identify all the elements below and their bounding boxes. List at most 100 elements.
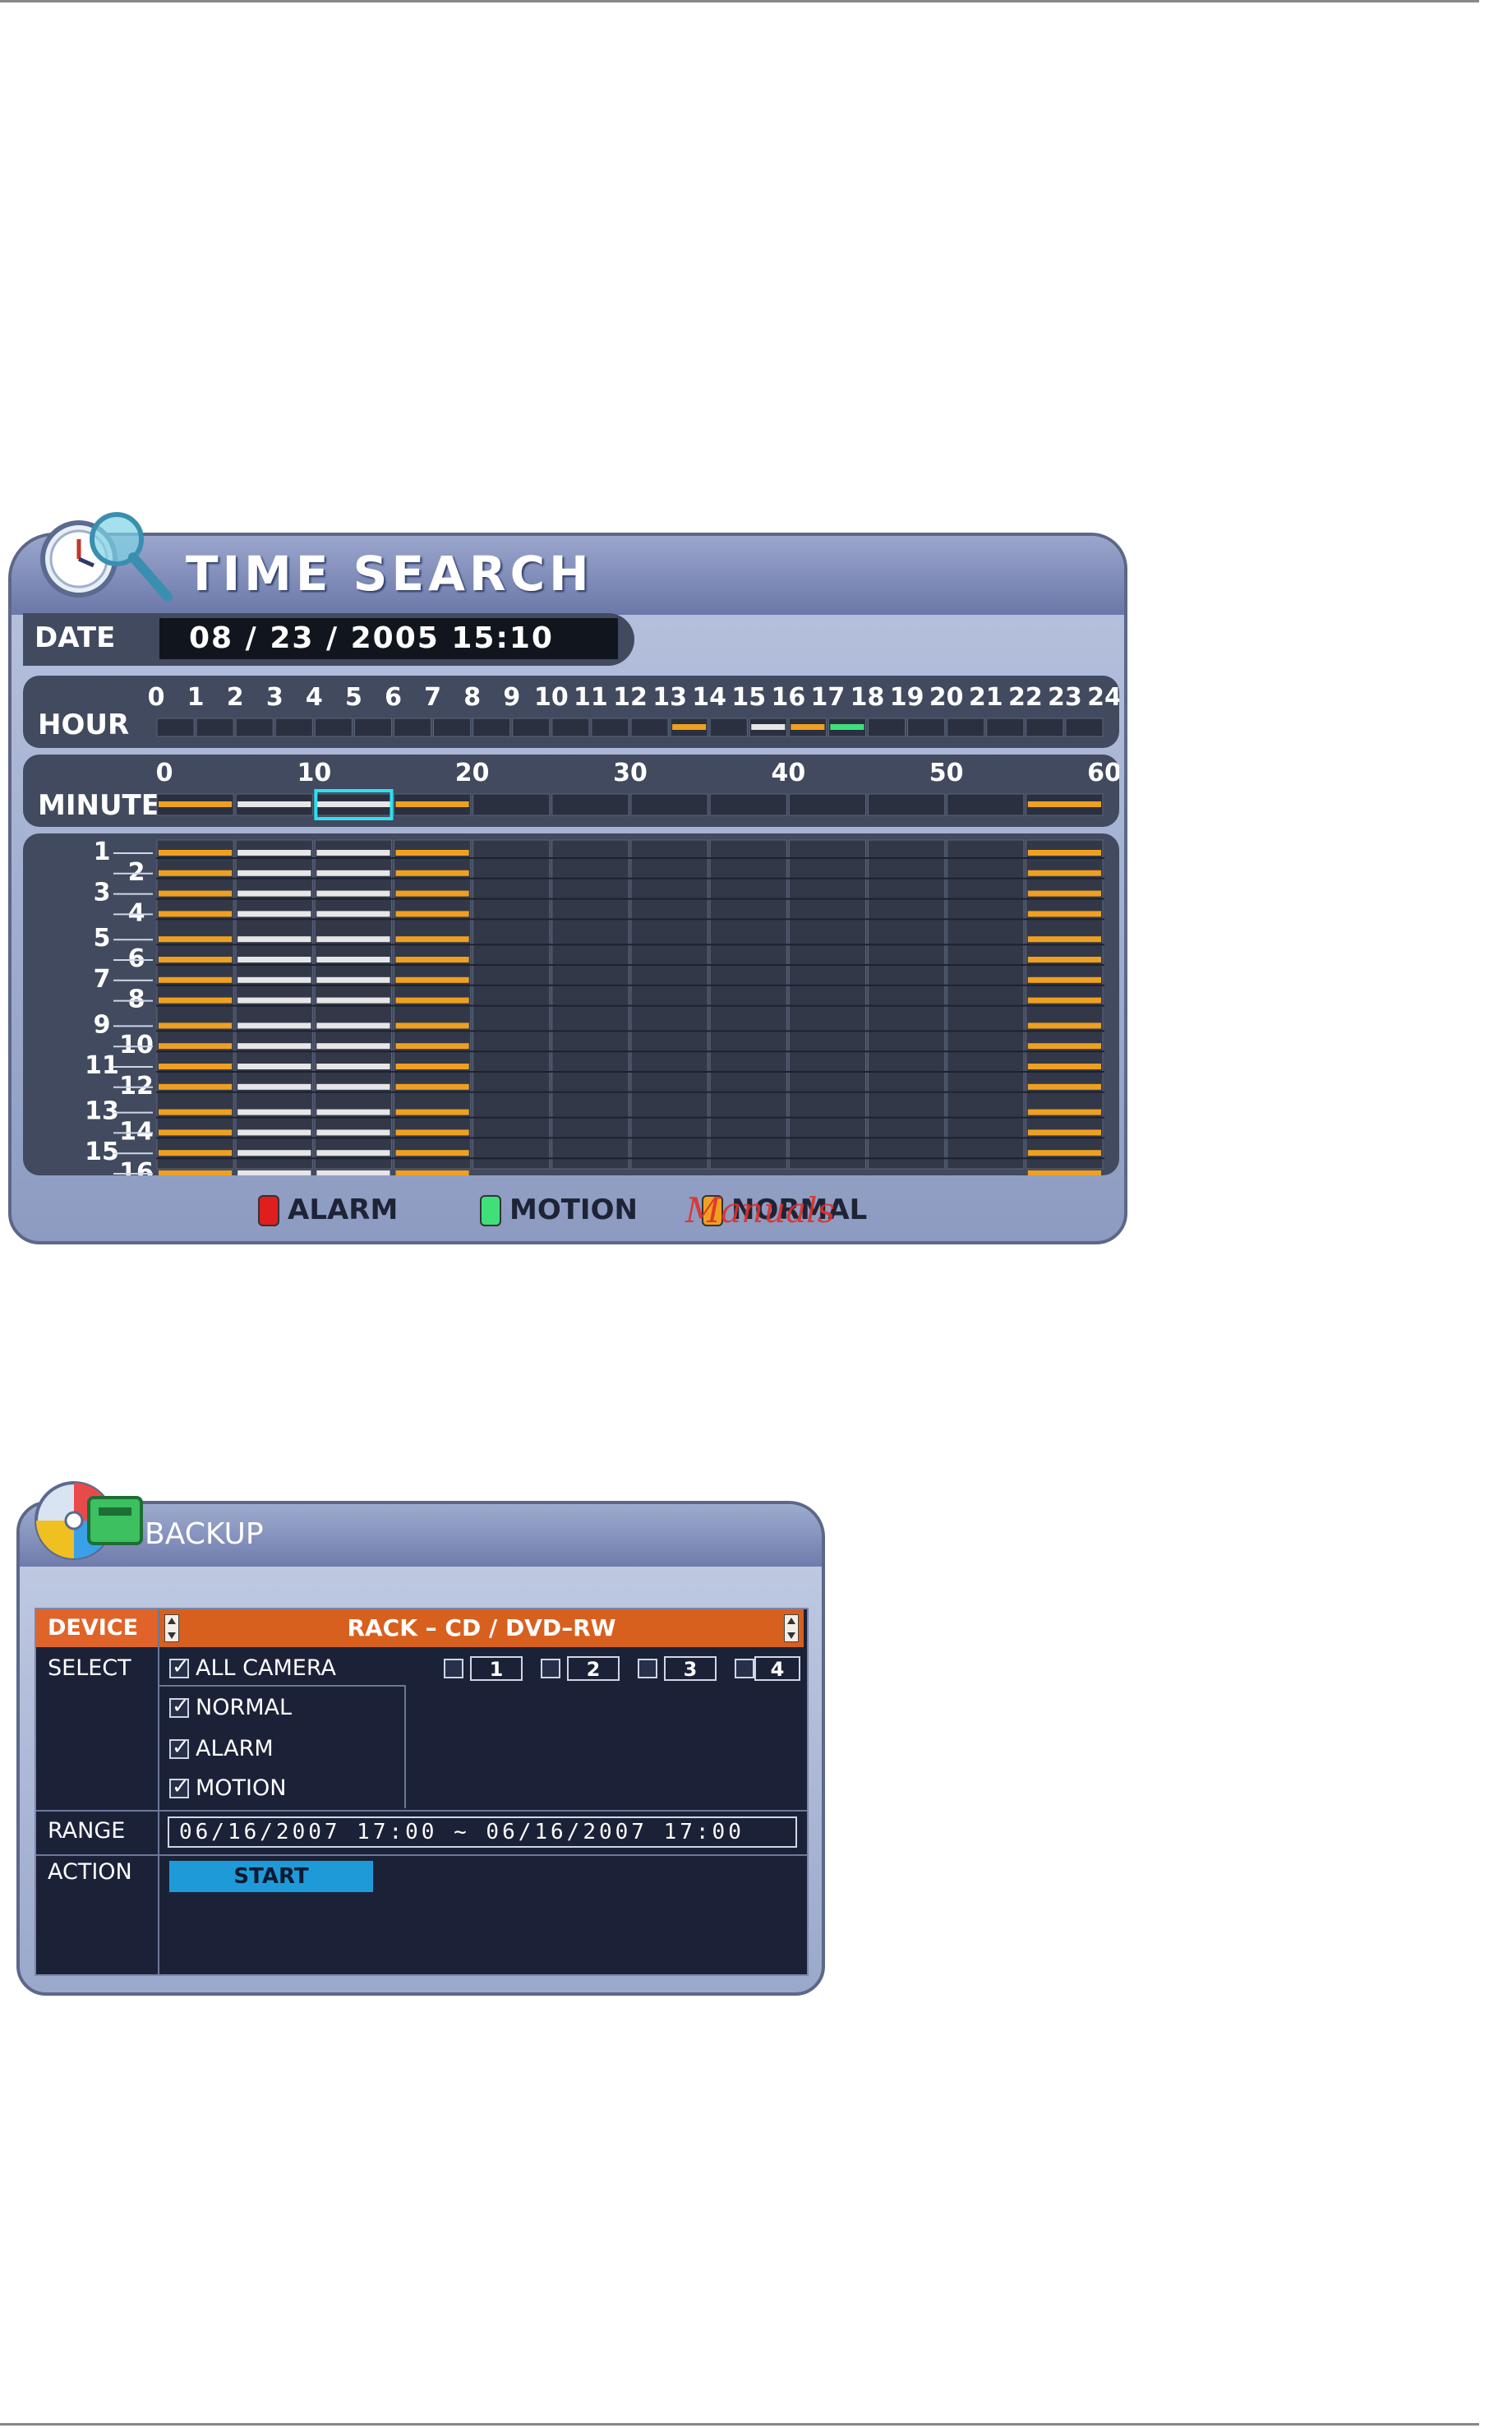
- device-value: RACK – CD / DVD–RW: [347, 1614, 616, 1641]
- hour-cell: [235, 718, 274, 737]
- channel-grid[interactable]: 1 2 3 4 5 6 7 8 9 10 11 12 13 14 15 16: [23, 833, 1119, 1175]
- channel-bar: [395, 997, 469, 1004]
- channel-label: 14: [119, 1117, 154, 1146]
- date-field[interactable]: 08 / 23 / 2005 15:10: [159, 618, 618, 659]
- action-divider: [36, 1854, 807, 1856]
- device-select[interactable]: RACK – CD / DVD–RW: [159, 1609, 804, 1647]
- channel-bar: [395, 936, 469, 943]
- minute-tick-label: 50: [929, 759, 964, 787]
- channel-bar: [316, 1150, 390, 1156]
- channel-bar: [237, 997, 311, 1004]
- camera-1-label: 1: [470, 1656, 523, 1681]
- grid-column: [156, 839, 234, 1170]
- hour-cell: [314, 718, 353, 737]
- channel-bar: [237, 1150, 311, 1156]
- channel-bar: [237, 1129, 311, 1136]
- channel-bar: [316, 957, 390, 962]
- time-search-title: TIME SEARCH: [186, 546, 593, 602]
- date-bar: DATE 08 / 23 / 2005 15:10: [23, 613, 634, 666]
- hour-cell: [433, 718, 472, 737]
- channel-label: 10: [119, 1031, 154, 1059]
- hour-cell: [551, 718, 590, 737]
- hour-tick-label: 4: [306, 683, 323, 712]
- channel-label: 7: [94, 965, 111, 994]
- range-field[interactable]: 06/16/2007 17:00 ~ 06/16/2007 17:00: [168, 1816, 797, 1848]
- camera-3-checkbox[interactable]: [638, 1659, 657, 1678]
- hour-cell: [868, 718, 906, 737]
- channel-bar: [316, 1129, 390, 1136]
- channel-bar: [1027, 911, 1101, 917]
- camera-4-checkbox[interactable]: [735, 1659, 754, 1678]
- channel-grid-graph[interactable]: 12345678910111213141516: [23, 833, 1119, 1175]
- channel-label: 11: [85, 1051, 119, 1080]
- grid-column: [868, 839, 946, 1170]
- hour-tick-label: 6: [385, 683, 402, 712]
- channel-bar: [237, 1022, 311, 1029]
- top-rule: [0, 0, 1479, 2]
- minute-tick-label: 20: [455, 759, 490, 787]
- hour-tick-label: 13: [652, 683, 687, 712]
- backup-form: DEVICE RACK – CD / DVD–RW SELECT ALL CAM…: [35, 1608, 809, 1976]
- channel-label: 6: [128, 944, 145, 973]
- channel-bar: [1027, 1170, 1101, 1175]
- motion-swatch: [480, 1195, 501, 1226]
- time-search-window: TIME SEARCH DATE 08 / 23 / 2005 15:10 HO…: [8, 512, 1127, 1244]
- range-label: RANGE: [48, 1818, 126, 1844]
- hour-cell: [472, 718, 511, 737]
- channel-bar: [395, 1150, 469, 1156]
- channel-bar: [159, 1043, 233, 1050]
- hour-tick-label: 10: [534, 683, 569, 712]
- channel-bar: [316, 1109, 390, 1115]
- minute-cell: [472, 793, 551, 816]
- hour-cell: [709, 718, 748, 737]
- hour-tick-label: 0: [148, 683, 165, 712]
- channel-bar: [1027, 976, 1101, 983]
- hour-cell: [907, 718, 946, 737]
- hour-tick-label: 16: [771, 683, 805, 712]
- grid-column: [788, 839, 866, 1170]
- alarm-checkbox[interactable]: [169, 1735, 190, 1760]
- grid-column: [235, 839, 313, 1170]
- camera-1-checkbox[interactable]: [444, 1659, 463, 1678]
- all-camera-checkbox[interactable]: [169, 1655, 190, 1679]
- channel-bar: [316, 997, 390, 1004]
- channel-bar: [1027, 1109, 1101, 1115]
- backup-title: BACKUP: [145, 1517, 264, 1551]
- channel-bar: [316, 1043, 390, 1050]
- channel-bar: [395, 1170, 469, 1175]
- channel-bar: [1027, 890, 1101, 897]
- device-prev-spin-icon[interactable]: [164, 1614, 179, 1642]
- channel-bar: [237, 936, 311, 943]
- motion-checkbox[interactable]: [169, 1775, 190, 1799]
- hour-bar: [672, 724, 707, 730]
- camera-2-checkbox[interactable]: [541, 1659, 560, 1678]
- minute-timeline-graph[interactable]: 0 10 20 30 40 50 60: [23, 755, 1119, 827]
- hour-timeline[interactable]: HOUR 0 1 2 3 4 5 6 7 8 9 10 11 12 13 14 15 16 17 18 19 20 21 2…: [23, 676, 1119, 748]
- hour-cell: [591, 718, 629, 737]
- channel-bar: [1027, 870, 1101, 876]
- normal-checkbox[interactable]: [169, 1694, 190, 1719]
- hour-tick-label: 22: [1008, 683, 1043, 712]
- device-next-spin-icon[interactable]: [784, 1614, 799, 1642]
- hour-cell: [353, 718, 392, 737]
- hour-tick-label: 9: [503, 683, 520, 712]
- channel-bar: [1027, 997, 1101, 1004]
- normal-label: NORMAL: [196, 1695, 293, 1720]
- camera-3-label: 3: [664, 1656, 717, 1681]
- channel-bar: [159, 1083, 233, 1090]
- channel-bar: [159, 1022, 233, 1029]
- channel-bar: [159, 911, 233, 917]
- start-button[interactable]: START: [169, 1861, 373, 1892]
- channel-bar: [316, 1083, 390, 1090]
- channel-bar: [316, 1064, 390, 1069]
- channel-bar: [1027, 1129, 1101, 1136]
- minute-tick-label: 10: [297, 759, 331, 787]
- channel-label: 15: [85, 1138, 119, 1166]
- hour-cell: [986, 718, 1025, 737]
- hour-timeline-graph[interactable]: 0 1 2 3 4 5 6 7 8 9 10 11 12 13 14 15 16 17 18 19 20 21 22 23 24: [23, 676, 1119, 748]
- channel-bar: [395, 957, 469, 962]
- channel-label: 1: [94, 838, 111, 866]
- select-label: SELECT: [48, 1655, 131, 1681]
- minute-timeline[interactable]: MINUTE 0 10 20 30 40 50 60: [23, 755, 1119, 827]
- channel-label: 2: [128, 858, 145, 887]
